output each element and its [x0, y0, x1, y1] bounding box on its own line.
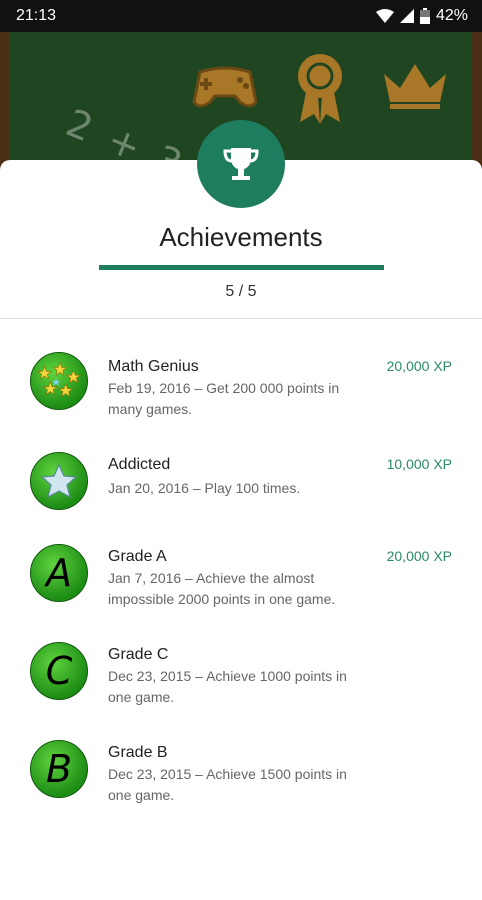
achievement-xp: 20,000 XP [386, 358, 452, 374]
battery-icon [419, 8, 430, 24]
achievement-description: Feb 19, 2016 – Get 200 000 points in man… [108, 380, 340, 417]
list-item-grade-c[interactable]: C Grade C Dec 23, 2015 – Achieve 1000 po… [0, 642, 482, 722]
achievement-description: Dec 23, 2015 – Achieve 1500 points in on… [108, 766, 347, 803]
award-ribbon-icon [298, 54, 342, 124]
gamepad-icon [192, 66, 258, 108]
achievement-name: Grade A [108, 548, 167, 565]
stars-badge-icon [30, 352, 88, 410]
achievement-name: Grade B [108, 744, 168, 761]
achievement-count: 5 / 5 [225, 283, 257, 300]
star-badge-icon [30, 452, 88, 510]
achievement-description: Dec 23, 2015 – Achieve 1000 points in on… [108, 668, 347, 705]
progress-bar [99, 265, 384, 270]
achievement-description: Jan 20, 2016 – Play 100 times. [108, 480, 301, 496]
trophy-icon [223, 148, 259, 180]
achievement-description: Jan 7, 2016 – Achieve the almost impossi… [108, 570, 336, 607]
status-bar: 21:13 42% [0, 0, 482, 32]
grade-c-badge-icon: C [30, 642, 88, 700]
divider [0, 318, 482, 319]
list-item-grade-a[interactable]: A Grade A Jan 7, 2016 – Achieve the almo… [0, 544, 482, 624]
badge-letter: B [45, 747, 73, 791]
achievement-xp: 10,000 XP [386, 456, 452, 472]
badge-letter: C [45, 649, 73, 693]
wifi-icon [375, 9, 394, 23]
badge-letter: A [46, 551, 72, 595]
trophy-badge [197, 120, 285, 208]
achievement-xp: 20,000 XP [386, 548, 452, 564]
achievement-name: Addicted [108, 456, 171, 473]
list-item-math-genius[interactable]: Math Genius Feb 19, 2016 – Get 200 000 p… [0, 350, 482, 430]
grade-a-badge-icon: A [30, 544, 88, 602]
crown-icon [384, 64, 446, 109]
grade-b-badge-icon: B [30, 740, 88, 798]
page-title: Achievements [159, 222, 323, 252]
status-icons: 42% [375, 7, 468, 25]
battery-level: 42% [435, 7, 468, 24]
list-item-grade-b[interactable]: B Grade B Dec 23, 2015 – Achieve 1500 po… [0, 740, 482, 820]
signal-icon [399, 9, 414, 23]
achievement-name: Grade C [108, 646, 169, 663]
achievement-name: Math Genius [108, 358, 199, 375]
status-time: 21:13 [16, 7, 57, 24]
list-item-addicted[interactable]: Addicted Jan 20, 2016 – Play 100 times. … [0, 450, 482, 520]
